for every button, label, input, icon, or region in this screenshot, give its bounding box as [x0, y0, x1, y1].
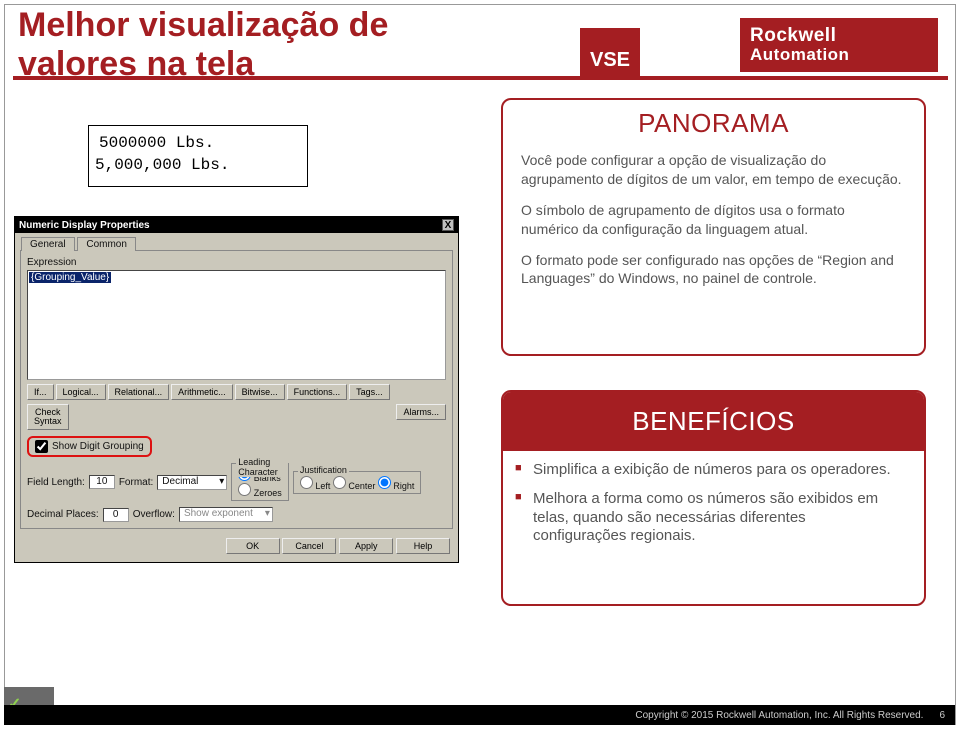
- number-format-sample: 5000000 Lbs. 5,000,000 Lbs.: [88, 125, 308, 187]
- leading-zeroes-label: Zeroes: [254, 488, 282, 498]
- page-number: 6: [939, 710, 945, 721]
- field-length-label: Field Length:: [27, 477, 85, 488]
- logical-button[interactable]: Logical...: [56, 384, 106, 400]
- brand-line-1: Rockwell: [750, 26, 928, 46]
- dialog-titlebar[interactable]: Numeric Display Properties X: [15, 217, 458, 233]
- expression-input[interactable]: {Grouping_Value}: [27, 270, 446, 380]
- title-text: Melhor visualização devalores na tela: [18, 6, 388, 83]
- panorama-card: PANORAMA Você pode configurar a opção de…: [501, 98, 926, 356]
- if-button[interactable]: If...: [27, 384, 54, 400]
- relational-button[interactable]: Relational...: [108, 384, 170, 400]
- copyright-text: Copyright © 2015 Rockwell Automation, In…: [635, 710, 923, 721]
- leading-zeroes-radio[interactable]: Zeroes: [238, 488, 282, 498]
- panorama-p2: O símbolo de agrupamento de dígitos usa …: [521, 201, 906, 239]
- justify-left-radio[interactable]: Left: [300, 481, 331, 491]
- justify-left-label: Left: [315, 481, 330, 491]
- justify-right-radio[interactable]: Right: [378, 481, 415, 491]
- justify-center-label: Center: [348, 481, 375, 491]
- show-digit-grouping-checkbox[interactable]: [35, 440, 48, 453]
- sample-with-grouping: 5,000,000 Lbs.: [95, 154, 297, 176]
- check-syntax-button[interactable]: CheckSyntax: [27, 404, 69, 430]
- overflow-select[interactable]: Show exponent: [179, 507, 273, 522]
- expression-label: Expression: [27, 257, 446, 268]
- benefit-item-2: Melhora a forma como os números são exib…: [533, 490, 902, 546]
- tags-button[interactable]: Tags...: [349, 384, 390, 400]
- brand-line-2: Automation: [750, 46, 928, 64]
- format-select[interactable]: Decimal: [157, 475, 227, 490]
- expression-value: {Grouping_Value}: [29, 272, 111, 283]
- show-digit-grouping-highlight: Show Digit Grouping: [27, 436, 152, 457]
- slide-title: Melhor visualização devalores na tela: [18, 6, 388, 84]
- justification-label: Justification: [298, 465, 349, 475]
- slide-footer: Copyright © 2015 Rockwell Automation, In…: [4, 705, 955, 725]
- vse-text: VSE: [590, 49, 630, 72]
- rockwell-logo: Rockwell Automation: [740, 18, 938, 72]
- help-button[interactable]: Help: [396, 538, 450, 554]
- dialog-title-text: Numeric Display Properties: [19, 220, 150, 231]
- header-divider: [13, 76, 948, 80]
- vse-badge: VSE: [580, 28, 640, 78]
- beneficios-title: BENEFÍCIOS: [503, 392, 924, 451]
- decimal-places-input[interactable]: 0: [103, 508, 129, 522]
- bitwise-button[interactable]: Bitwise...: [235, 384, 285, 400]
- field-length-input[interactable]: 10: [89, 475, 115, 489]
- alarms-button[interactable]: Alarms...: [396, 404, 446, 420]
- decimal-places-label: Decimal Places:: [27, 509, 99, 520]
- dialog-body: Expression {Grouping_Value} If... Logica…: [20, 250, 453, 529]
- format-label: Format:: [119, 477, 153, 488]
- panorama-p3: O formato pode ser configurado nas opçõe…: [521, 251, 906, 289]
- panorama-p1: Você pode configurar a opção de visualiz…: [521, 151, 906, 189]
- ok-button[interactable]: OK: [226, 538, 280, 554]
- dialog-tabs: General Common: [15, 233, 458, 250]
- tab-common[interactable]: Common: [77, 237, 136, 251]
- overflow-label: Overflow:: [133, 509, 175, 520]
- justification-group: Justification Left Center Right: [293, 471, 422, 494]
- beneficios-card: BENEFÍCIOS Simplifica a exibição de núme…: [501, 390, 926, 606]
- cancel-button[interactable]: Cancel: [282, 538, 336, 554]
- apply-button[interactable]: Apply: [339, 538, 393, 554]
- arithmetic-button[interactable]: Arithmetic...: [171, 384, 233, 400]
- leading-character-group: Leading Character Blanks Zeroes: [231, 463, 289, 501]
- numeric-display-properties-dialog: Numeric Display Properties X General Com…: [14, 216, 459, 563]
- functions-button[interactable]: Functions...: [287, 384, 348, 400]
- show-digit-grouping-label: Show Digit Grouping: [52, 441, 144, 452]
- expression-button-row: If... Logical... Relational... Arithmeti…: [27, 384, 446, 400]
- justify-right-label: Right: [393, 481, 414, 491]
- tab-general[interactable]: General: [21, 237, 75, 251]
- benefit-item-1: Simplifica a exibição de números para os…: [533, 461, 902, 480]
- close-icon[interactable]: X: [442, 219, 454, 231]
- sample-no-grouping: 5000000 Lbs.: [99, 132, 297, 154]
- leading-character-label: Leading Character: [236, 457, 288, 477]
- justify-center-radio[interactable]: Center: [333, 481, 376, 491]
- panorama-body: Você pode configurar a opção de visualiz…: [503, 143, 924, 312]
- dialog-footer: OK Cancel Apply Help: [15, 534, 458, 562]
- panorama-title: PANORAMA: [503, 100, 924, 143]
- beneficios-list: Simplifica a exibição de números para os…: [503, 461, 924, 546]
